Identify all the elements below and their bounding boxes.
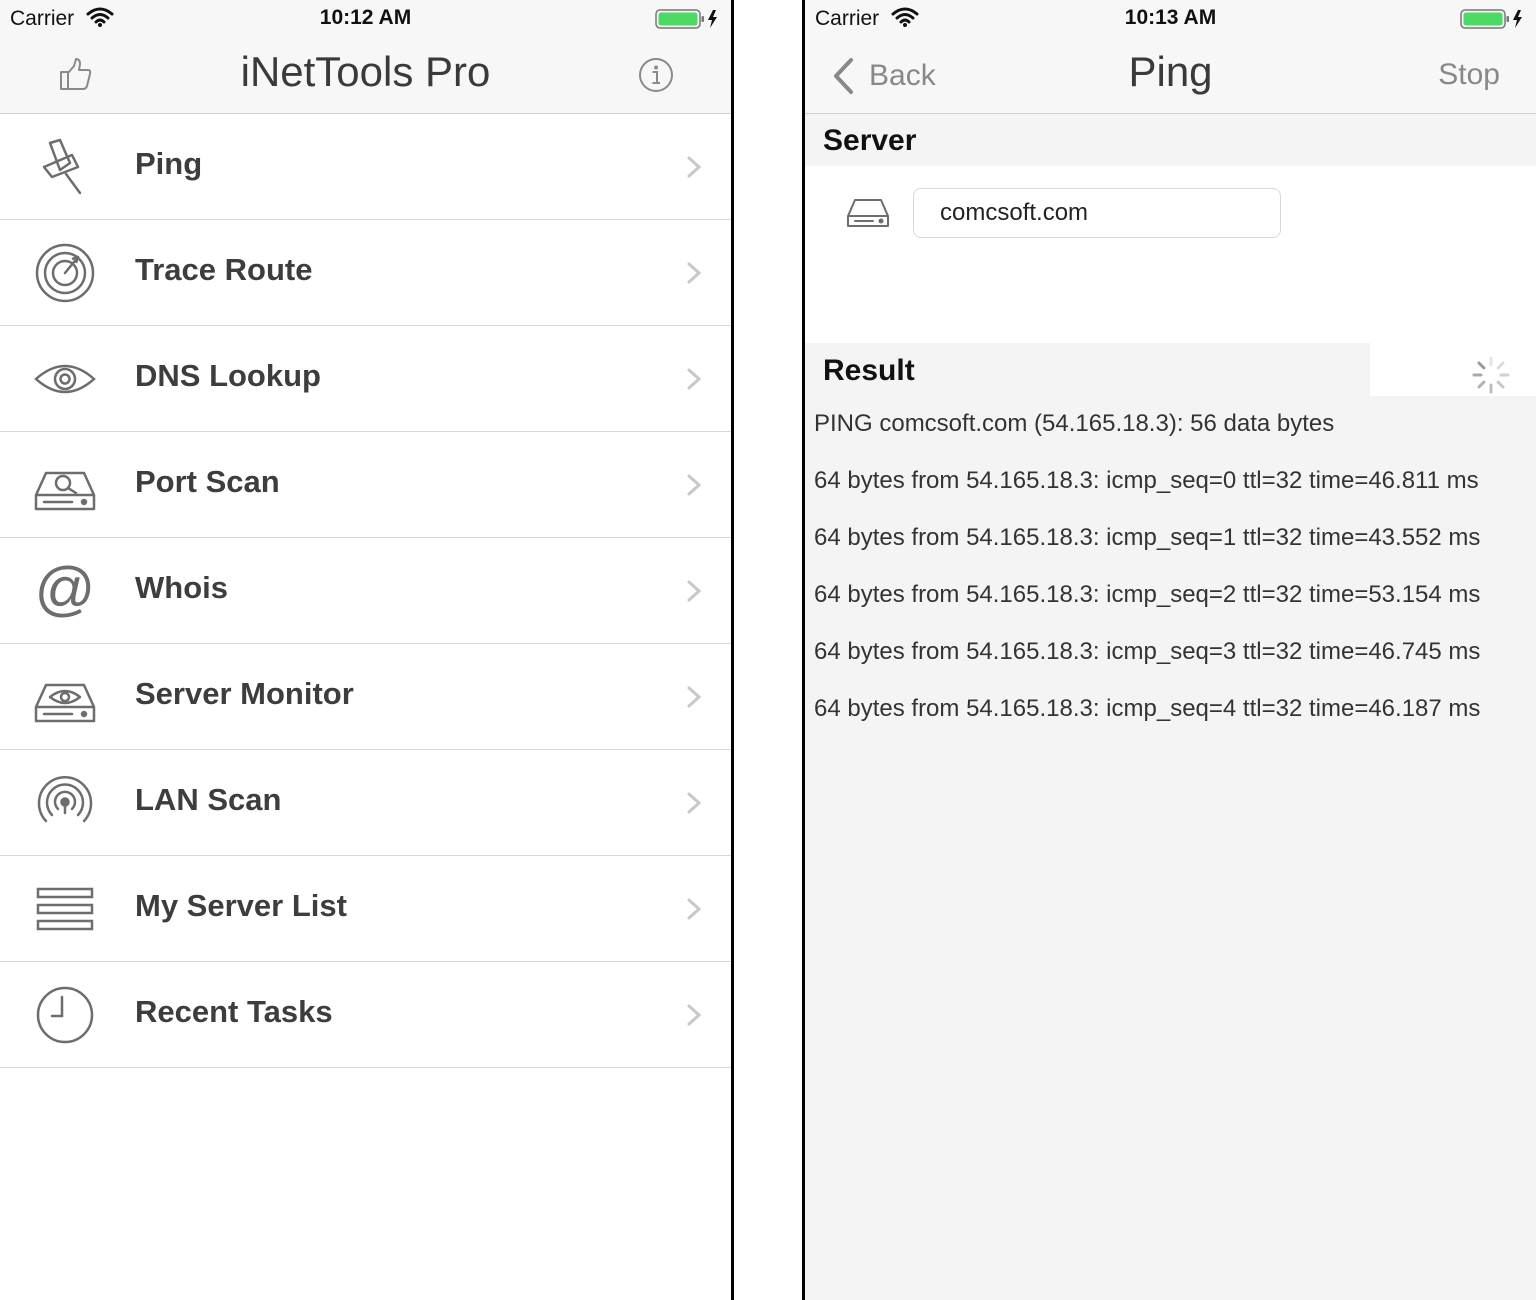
server-section-header: Server — [805, 114, 1536, 166]
drive-search-icon — [34, 471, 96, 511]
broadcast-icon — [37, 776, 93, 823]
menu-item-lan-scan[interactable]: LAN Scan — [0, 750, 731, 856]
chevron-right-icon — [687, 686, 702, 708]
server-drive-icon — [847, 199, 889, 227]
nav-bar: iNetTools Pro — [0, 38, 731, 114]
menu-item-label: Server Monitor — [135, 676, 354, 711]
section-title: Result — [823, 354, 915, 387]
battery-icon — [655, 9, 717, 29]
left-screen: Carrier 10:12 AM iNetTools Pro Ping Trac… — [0, 0, 731, 1300]
nav-bar: Back Ping Stop — [805, 38, 1536, 114]
chevron-right-icon — [687, 580, 702, 602]
app-title: iNetTools Pro — [240, 48, 491, 95]
chevron-right-icon — [687, 262, 702, 284]
page-title: Ping — [1128, 48, 1213, 95]
result-line: 64 bytes from 54.165.18.3: icmp_seq=0 tt… — [814, 467, 1479, 494]
stop-button[interactable]: Stop — [1438, 58, 1500, 92]
result-line: 64 bytes from 54.165.18.3: icmp_seq=1 tt… — [814, 524, 1481, 551]
menu-item-ping[interactable]: Ping — [0, 114, 731, 220]
menu-item-label: Whois — [135, 570, 228, 605]
chevron-right-icon — [687, 792, 702, 814]
ping-results-area: PING comcsoft.com (54.165.18.3): 56 data… — [805, 396, 1536, 1300]
loading-spinner-icon — [1472, 356, 1510, 394]
pushpin-icon — [42, 138, 82, 195]
clock-time: 10:12 AM — [319, 6, 412, 29]
menu-item-label: My Server List — [135, 888, 347, 923]
chevron-right-icon — [687, 156, 702, 178]
menu-item-label: Ping — [135, 146, 203, 181]
result-line: 64 bytes from 54.165.18.3: icmp_seq=2 tt… — [814, 581, 1481, 608]
screen-gap — [734, 0, 802, 1300]
clock-time: 10:13 AM — [1124, 6, 1217, 29]
right-screen: Carrier 10:13 AM Back Ping Stop Server c… — [805, 0, 1536, 1300]
at-sign-icon: @ — [35, 561, 96, 621]
result-line: PING comcsoft.com (54.165.18.3): 56 data… — [814, 410, 1335, 437]
status-bar: Carrier 10:13 AM — [805, 0, 1536, 38]
drive-eye-icon — [34, 683, 96, 723]
menu-item-dns-lookup[interactable]: DNS Lookup — [0, 326, 731, 432]
menu-item-label: DNS Lookup — [135, 358, 321, 393]
chevron-right-icon — [687, 368, 702, 390]
clock-icon — [36, 986, 94, 1044]
menu-item-label: Recent Tasks — [135, 994, 333, 1029]
chevron-right-icon — [687, 1004, 702, 1026]
info-icon[interactable] — [636, 55, 676, 95]
menu-item-server-monitor[interactable]: Server Monitor — [0, 644, 731, 750]
server-host-input[interactable] — [913, 188, 1281, 238]
menu-item-label: Trace Route — [135, 252, 313, 287]
chevron-right-icon — [687, 474, 702, 496]
eye-icon — [34, 364, 96, 394]
server-section — [805, 166, 1536, 343]
menu-item-trace-route[interactable]: Trace Route — [0, 220, 731, 326]
result-section-header: Result — [805, 343, 1370, 396]
result-line: 64 bytes from 54.165.18.3: icmp_seq=3 tt… — [814, 638, 1481, 665]
svg-text:@: @ — [35, 561, 96, 621]
menu-item-my-server-list[interactable]: My Server List — [0, 856, 731, 962]
result-line: 64 bytes from 54.165.18.3: icmp_seq=4 tt… — [814, 695, 1481, 722]
menu-item-whois[interactable]: @ Whois — [0, 538, 731, 644]
menu-item-label: Port Scan — [135, 464, 280, 499]
section-title: Server — [823, 124, 917, 157]
chevron-right-icon — [687, 898, 702, 920]
status-bar: Carrier 10:12 AM — [0, 0, 731, 38]
battery-icon — [1460, 9, 1522, 29]
menu-item-port-scan[interactable]: Port Scan — [0, 432, 731, 538]
list-icon — [36, 887, 94, 931]
menu-item-label: LAN Scan — [135, 782, 282, 817]
menu-item-recent-tasks[interactable]: Recent Tasks — [0, 962, 731, 1068]
radar-icon — [35, 243, 95, 303]
tools-menu-list: Ping Trace Route DNS Lookup Port Scan @ … — [0, 114, 731, 1068]
